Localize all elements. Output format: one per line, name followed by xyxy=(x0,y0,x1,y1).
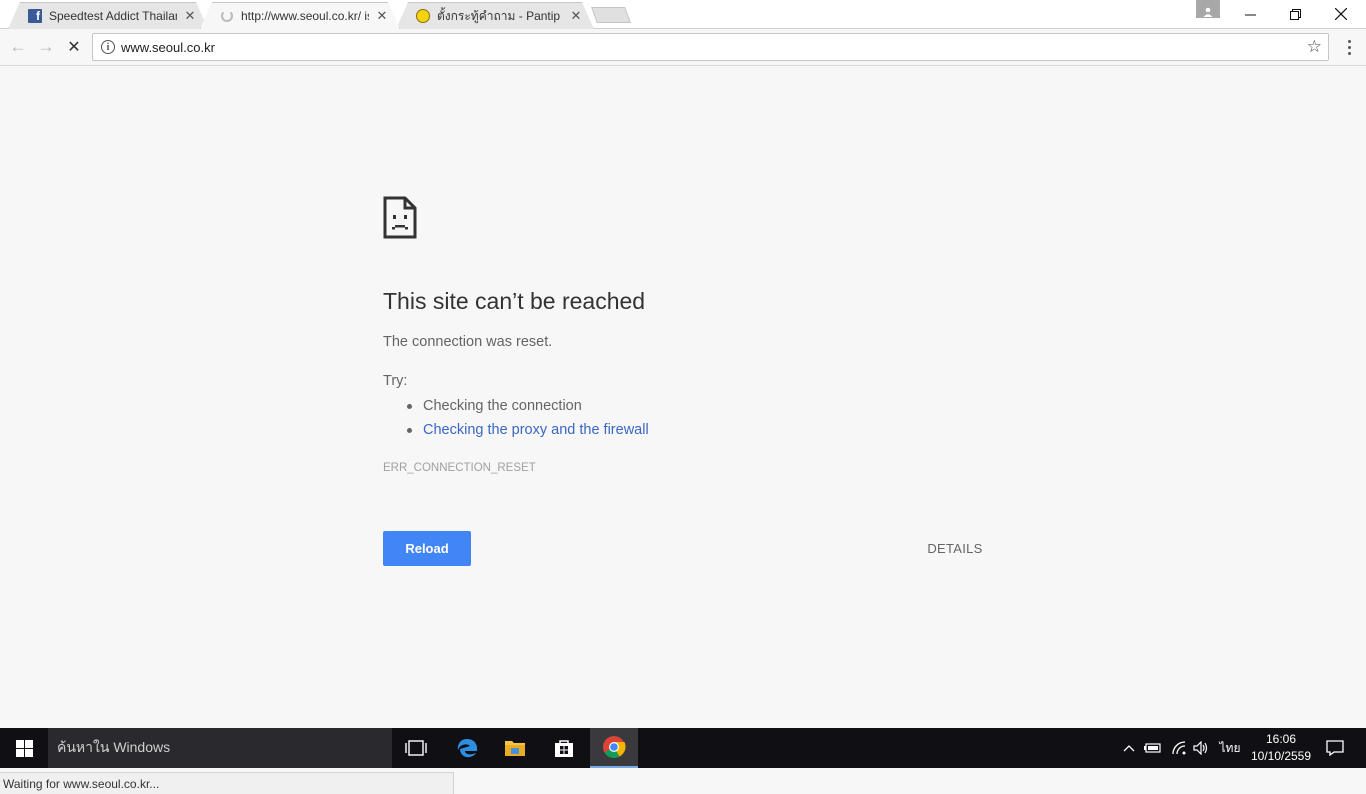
suggestion-check-connection: Checking the connection xyxy=(407,397,649,421)
store-icon[interactable] xyxy=(540,728,588,768)
tab-title: ตั้งกระทู้คำถาม - Pantip xyxy=(437,8,561,23)
profile-icon[interactable] xyxy=(1196,0,1220,18)
clock-time: 16:06 xyxy=(1265,732,1297,746)
minimize-button[interactable] xyxy=(1227,0,1273,28)
taskbar-search-box[interactable]: ค้นหาใน Windows xyxy=(48,728,392,768)
task-view-icon[interactable] xyxy=(392,728,440,768)
chrome-taskbar-icon[interactable] xyxy=(590,728,638,768)
show-hidden-icons-chevron-icon[interactable] xyxy=(1120,728,1138,768)
wifi-icon[interactable] xyxy=(1168,728,1190,768)
try-label: Try: xyxy=(383,373,408,389)
forward-button[interactable]: → xyxy=(35,37,57,57)
input-language-indicator[interactable]: ไทย xyxy=(1216,728,1244,768)
volume-icon[interactable] xyxy=(1190,728,1212,768)
status-bubble: Waiting for www.seoul.co.kr... xyxy=(0,772,454,794)
details-button[interactable]: DETAILS xyxy=(918,531,992,566)
taskbar-clock[interactable]: 16:06 10/10/2559 xyxy=(1246,731,1316,765)
error-code: ERR_CONNECTION_RESET xyxy=(383,462,536,474)
stop-loading-button[interactable]: ✕ xyxy=(63,37,85,57)
error-title: This site can’t be reached xyxy=(383,288,646,314)
tab-close-icon[interactable]: ✕ xyxy=(375,8,389,24)
restore-button[interactable] xyxy=(1272,0,1318,28)
suggestion-list: Checking the connection Checking the pro… xyxy=(407,397,649,445)
browser-toolbar: ← → ✕ i www.seoul.co.kr ☆ xyxy=(0,29,1366,66)
address-bar[interactable]: i www.seoul.co.kr ☆ xyxy=(92,33,1329,61)
error-page: This site can’t be reached The connectio… xyxy=(0,66,1366,794)
windows-start-button[interactable] xyxy=(0,728,48,768)
suggestion-check-proxy-link[interactable]: Checking the proxy and the firewall xyxy=(407,421,649,445)
action-center-icon[interactable] xyxy=(1320,728,1350,768)
info-icon[interactable]: i xyxy=(101,40,115,54)
url-text[interactable]: www.seoul.co.kr xyxy=(121,40,1307,55)
new-tab-button[interactable] xyxy=(591,7,631,23)
chrome-menu-icon[interactable] xyxy=(1340,35,1358,59)
tab-speedtest[interactable]: f Speedtest Addict Thailand ✕ xyxy=(8,2,208,29)
taskbar: ค้นหาใน Windows ไทย 16:06 10/10/2559 xyxy=(0,728,1366,768)
sad-page-icon xyxy=(383,196,417,239)
facebook-icon: f xyxy=(27,8,43,24)
edge-browser-icon[interactable] xyxy=(443,728,491,768)
tab-seoul[interactable]: http://www.seoul.co.kr/ is loading ✕ xyxy=(200,2,400,29)
clock-date: 10/10/2559 xyxy=(1250,749,1312,763)
tab-title: http://www.seoul.co.kr/ is loading xyxy=(241,9,368,23)
pantip-smiley-icon xyxy=(415,8,431,24)
close-window-button[interactable] xyxy=(1318,0,1364,28)
back-button[interactable]: ← xyxy=(7,37,29,57)
file-explorer-icon[interactable] xyxy=(491,728,539,768)
battery-icon[interactable] xyxy=(1142,728,1164,768)
error-message: The connection was reset. xyxy=(383,334,553,350)
tab-pantip[interactable]: ตั้งกระทู้คำถาม - Pantip ✕ xyxy=(396,2,594,29)
tab-close-icon[interactable]: ✕ xyxy=(183,8,197,24)
tab-strip: f Speedtest Addict Thailand ✕ ตั้งกระทู้… xyxy=(0,0,1366,29)
windows-logo-icon xyxy=(15,739,33,757)
tab-close-icon[interactable]: ✕ xyxy=(569,8,583,24)
bookmark-star-icon[interactable]: ☆ xyxy=(1307,37,1322,57)
loading-spinner-icon xyxy=(219,8,235,24)
reload-button[interactable]: Reload xyxy=(383,531,471,566)
tab-title: Speedtest Addict Thailand xyxy=(49,9,177,23)
